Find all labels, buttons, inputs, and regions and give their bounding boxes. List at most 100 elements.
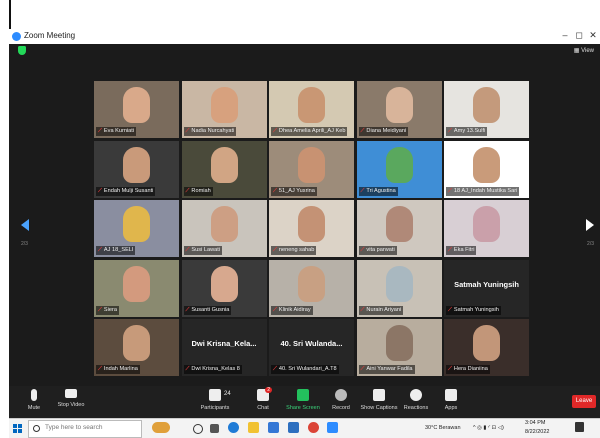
- zoom-taskbar-icon[interactable]: [327, 422, 338, 433]
- participant-name: Nurain Ariyani: [366, 306, 402, 313]
- participant-tile[interactable]: ⟋ 51_AJ Yusrina: [269, 140, 354, 198]
- participant-name-tag: ⟋ Indah Marlina: [96, 365, 140, 374]
- windows-taskbar: 30°C Berawan ^ ◎ ▮ ◜ ⊡ ◁) 3:04 PM 8/22/2…: [9, 418, 600, 438]
- security-shield-icon[interactable]: [18, 46, 26, 55]
- participant-tile[interactable]: ⟋ neneng sahab: [269, 200, 354, 257]
- participant-tile[interactable]: ⟋ Eka Fitri: [444, 200, 529, 257]
- taskbar-search[interactable]: [28, 420, 142, 438]
- participant-tile[interactable]: ⟋ Aini Yanwar Fadila: [356, 319, 442, 376]
- participant-tile[interactable]: ⟋ Hera Dianiina: [444, 319, 529, 376]
- participants-count: 24: [224, 391, 231, 397]
- leave-button[interactable]: Leave: [572, 395, 596, 408]
- page-indicator-left: 2/3: [21, 241, 28, 247]
- notifications-icon[interactable]: [575, 422, 584, 432]
- participant-tile[interactable]: ⟋ Siera: [94, 259, 179, 317]
- participant-name: Siera: [103, 306, 117, 313]
- clock-time[interactable]: 3:04 PM: [525, 420, 545, 426]
- chrome-icon[interactable]: [308, 422, 319, 433]
- windows-start-icon[interactable]: [13, 424, 22, 433]
- participant-tile[interactable]: ⟋ Susi Lawati: [181, 200, 267, 257]
- participant-tile[interactable]: ⟋ Diana Meidiyani: [356, 81, 442, 138]
- participant-name-tag: ⟋ Eva Kurniati: [96, 127, 137, 136]
- participant-display-name: Satmah Yuningsih: [454, 279, 519, 289]
- participant-video: [123, 265, 150, 302]
- participant-name-tag: ⟋ Dwi Krisna_Kelas 8: [183, 365, 242, 374]
- participant-video: [210, 87, 238, 123]
- edge-browser-icon[interactable]: [228, 422, 239, 433]
- participant-tile[interactable]: ⟋ Dhea Amelia Aprili_AJ Keb: [269, 81, 354, 138]
- participant-tile[interactable]: ⟋ Amy 13.Sulfi: [444, 81, 529, 138]
- chat-label: Chat: [257, 405, 269, 411]
- reactions-button[interactable]: Reactions: [402, 389, 430, 411]
- muted-microphone-icon: ⟋: [273, 187, 277, 194]
- participant-tile[interactable]: ⟋ Tri Agustina: [356, 140, 442, 198]
- participants-button[interactable]: 24 Participants: [197, 389, 233, 411]
- apps-button[interactable]: Apps: [441, 389, 461, 411]
- share-screen-button[interactable]: Share Screen: [286, 389, 320, 411]
- muted-microphone-icon: ⟋: [448, 366, 452, 372]
- video-camera-icon: [65, 389, 77, 398]
- participant-name-tag: ⟋ AJ 18_SELI: [96, 246, 136, 255]
- participant-tile[interactable]: ⟋ Romiah: [181, 140, 267, 198]
- muted-microphone-icon: ⟋: [273, 247, 277, 253]
- word-icon[interactable]: [288, 422, 299, 433]
- participant-video: [385, 87, 413, 123]
- record-button[interactable]: Record: [329, 389, 353, 411]
- participant-video: [473, 206, 500, 242]
- minimize-button[interactable]: –: [558, 30, 572, 40]
- muted-microphone-icon: ⟋: [185, 306, 190, 313]
- participant-video: [210, 206, 238, 242]
- reactions-icon: [410, 389, 422, 401]
- participant-tile[interactable]: Satmah Yuningsih ⟋ Satmah Yuningsih: [444, 259, 529, 317]
- participant-tile[interactable]: ⟋ AJ 18_SELI: [94, 200, 179, 257]
- participant-tile[interactable]: ⟋ Klinik Aidiray: [269, 259, 354, 317]
- meeting-topbar: ▦ View: [9, 44, 600, 59]
- participant-tile[interactable]: ⟋ Eva Kurniati: [94, 81, 179, 138]
- participant-tile[interactable]: ⟋ Indah Marlina: [94, 319, 179, 376]
- previous-page-arrow-icon[interactable]: [21, 219, 29, 231]
- participants-label: Participants: [200, 405, 230, 411]
- weather-status[interactable]: 30°C Berawan: [425, 425, 461, 431]
- weather-widget-icon[interactable]: [152, 422, 170, 433]
- participant-name-tag: ⟋ Amy 13.Sulfi: [446, 127, 488, 136]
- close-button[interactable]: ✕: [586, 30, 600, 41]
- participant-name: 40. Sri Wulandari_A.T8: [278, 366, 337, 372]
- mute-button[interactable]: Mute: [23, 389, 45, 411]
- participant-video: [385, 325, 413, 361]
- muted-microphone-icon: ⟋: [185, 247, 190, 253]
- muted-microphone-icon: ⟋: [360, 128, 365, 134]
- participant-video: [473, 87, 500, 123]
- participant-tile[interactable]: ⟋ Nurain Ariyani: [356, 259, 442, 317]
- apps-label: Apps: [444, 405, 458, 411]
- participant-name: Dhea Amelia Aprili_AJ Keb: [278, 128, 346, 134]
- task-view-icon[interactable]: [210, 424, 219, 433]
- participant-name: 51_AJ Yusrina: [278, 187, 315, 194]
- muted-microphone-icon: ⟋: [360, 247, 365, 253]
- cortana-icon[interactable]: [193, 424, 203, 434]
- muted-microphone-icon: ⟋: [98, 187, 102, 194]
- muted-microphone-icon: ⟋: [98, 366, 102, 372]
- participant-tile[interactable]: ⟋ 18 AJ_Indah Mustika Sari: [444, 140, 529, 198]
- participant-tile[interactable]: ⟋ Endah Mulji Susanti: [94, 140, 179, 198]
- participant-name: neneng sahab: [278, 247, 315, 253]
- search-input[interactable]: [43, 423, 139, 432]
- clock-date[interactable]: 8/22/2022: [525, 429, 549, 435]
- participant-tile[interactable]: ⟋ vita parwati: [356, 200, 442, 257]
- next-page-arrow-icon[interactable]: [586, 219, 594, 231]
- chat-button[interactable]: 2 Chat: [253, 387, 273, 411]
- record-label: Record: [332, 405, 350, 411]
- participant-video: [210, 265, 238, 302]
- stop-video-button[interactable]: Stop Video: [56, 389, 86, 408]
- view-button[interactable]: ▦ View: [574, 47, 594, 54]
- store-icon[interactable]: [268, 422, 279, 433]
- tray-icons[interactable]: ^ ◎ ▮ ◜ ⊡ ◁): [473, 425, 504, 431]
- participant-tile[interactable]: ⟋ Nadia Nurcahyati: [181, 81, 267, 138]
- file-explorer-icon[interactable]: [248, 422, 259, 433]
- participant-tile[interactable]: Dwi Krisna_Kela... ⟋ Dwi Krisna_Kelas 8: [181, 319, 267, 376]
- maximize-button[interactable]: ◻: [572, 30, 586, 41]
- search-icon: [33, 425, 40, 432]
- participant-tile[interactable]: 40. Sri Wulanda... ⟋ 40. Sri Wulandari_A.T…: [269, 319, 354, 376]
- show-captions-button[interactable]: Show Captions: [359, 389, 399, 411]
- participant-name-tag: ⟋ Nadia Nurcahyati: [183, 127, 237, 136]
- participant-tile[interactable]: ⟋ Susanti Gusnia: [181, 259, 267, 317]
